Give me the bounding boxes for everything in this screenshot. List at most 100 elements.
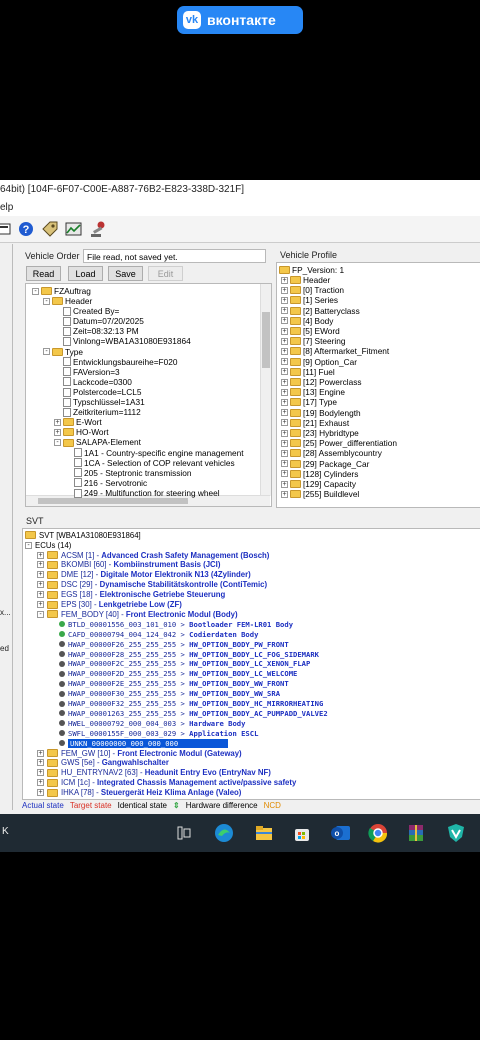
- svt-entry[interactable]: HWEL_00000792_000_004_003 > Hardware Bod…: [59, 718, 245, 728]
- expand-toggle-icon[interactable]: +: [281, 276, 288, 284]
- expand-toggle-icon[interactable]: +: [281, 398, 288, 406]
- expand-toggle-icon[interactable]: +: [37, 769, 44, 777]
- profile-node[interactable]: + [0] Traction: [281, 285, 344, 295]
- expand-toggle-icon[interactable]: +: [281, 388, 288, 396]
- expand-toggle-icon[interactable]: +: [281, 337, 288, 345]
- vehicle-order-vscrollbar[interactable]: [260, 284, 271, 496]
- profile-node[interactable]: + [23] Hybridtype: [281, 428, 359, 438]
- expand-toggle-icon[interactable]: +: [281, 358, 288, 366]
- edit-button[interactable]: Edit: [148, 266, 183, 281]
- svt-root-node[interactable]: SVT [WBA1A31080E931864]: [25, 530, 141, 540]
- task-view-icon[interactable]: [174, 823, 194, 843]
- collapse-toggle-icon[interactable]: -: [43, 348, 50, 356]
- profile-node[interactable]: + [19] Bodylength: [281, 408, 361, 418]
- collapse-toggle-icon[interactable]: -: [25, 541, 32, 549]
- svt-tree[interactable]: SVT [WBA1A31080E931864] - ECUs (14) + ACSM […: [22, 528, 480, 800]
- tree-node[interactable]: Vinlong=WBA1A31080E931864: [54, 336, 191, 347]
- expand-toggle-icon[interactable]: +: [37, 601, 44, 608]
- collapse-toggle-icon[interactable]: -: [32, 287, 39, 295]
- profile-node[interactable]: + [11] Fuel: [281, 367, 335, 377]
- tree-node[interactable]: 205 - Steptronic transmission: [65, 468, 191, 478]
- outlook-icon[interactable]: o: [330, 823, 350, 843]
- tree-node[interactable]: Polstercode=LCL5: [54, 387, 142, 397]
- tree-node[interactable]: Entwicklungsbaureihe=F020: [54, 357, 177, 367]
- expand-toggle-icon[interactable]: +: [54, 428, 61, 436]
- tree-node[interactable]: - FZAuftrag: [32, 286, 91, 296]
- open-file-icon[interactable]: [0, 219, 14, 239]
- svt-entry[interactable]: CAFD_00000794_004_124_042 > Codierdaten …: [59, 629, 258, 639]
- tree-node[interactable]: - Type: [43, 347, 83, 357]
- tree-node[interactable]: FAVersion=3: [54, 367, 120, 377]
- ecu-node[interactable]: + HU_ENTRYNAV2 [63] - Headunit Entry Evo …: [37, 768, 271, 778]
- ecu-node[interactable]: + ICM [1c] - Integrated Chassis Managemen…: [37, 778, 296, 788]
- ecu-node[interactable]: + DME [12] - Digitale Motor Elektronik N1…: [37, 570, 251, 580]
- profile-node[interactable]: + [9] Option_Car: [281, 357, 357, 367]
- svt-entry[interactable]: HWAP_00000F2C_255_255_255 > HW_OPTION_BO…: [59, 659, 310, 669]
- tree-node[interactable]: Typschlüssel=1A31: [54, 397, 145, 407]
- expand-toggle-icon[interactable]: +: [281, 460, 288, 468]
- profile-node[interactable]: + [255] Buildlevel: [281, 489, 359, 499]
- svt-entry[interactable]: HWAP_00000F26_255_255_255 > HW_OPTION_BO…: [59, 639, 289, 649]
- collapse-toggle-icon[interactable]: -: [54, 439, 61, 446]
- expand-toggle-icon[interactable]: +: [37, 581, 44, 589]
- tree-node[interactable]: - Header: [43, 296, 92, 306]
- expand-toggle-icon[interactable]: +: [281, 347, 288, 355]
- tree-node[interactable]: Datum=07/20/2025: [54, 316, 144, 326]
- expand-toggle-icon[interactable]: +: [37, 591, 44, 599]
- ecu-node[interactable]: - FEM_BODY [40] - Front Electronic Modul …: [37, 609, 238, 619]
- svt-entry[interactable]: HWAP_00000F28_255_255_255 > HW_OPTION_BO…: [59, 649, 319, 659]
- profile-node[interactable]: + [128] Cylinders: [281, 469, 358, 479]
- read-button[interactable]: Read: [26, 266, 61, 281]
- profile-node[interactable]: + [5] EWord: [281, 326, 340, 336]
- vscroll-thumb[interactable]: [262, 312, 270, 368]
- tree-node[interactable]: Zeitkriterium=1112: [54, 407, 141, 417]
- expand-toggle-icon[interactable]: +: [281, 378, 288, 386]
- profile-node[interactable]: + [21] Exhaust: [281, 418, 349, 428]
- expand-toggle-icon[interactable]: +: [37, 749, 44, 757]
- ecu-node[interactable]: + BKOMBI [60] - Kombiinstrument Basis (JC…: [37, 560, 220, 570]
- expand-toggle-icon[interactable]: +: [37, 779, 44, 787]
- ecu-node[interactable]: + IHKA [78] - Steuergerät Heiz Klima Anla…: [37, 788, 241, 798]
- expand-toggle-icon[interactable]: +: [281, 307, 288, 315]
- tree-node[interactable]: 1A1 - Country-specific engine management: [65, 448, 244, 458]
- tree-node[interactable]: - SALAPA-Element: [54, 437, 141, 448]
- svt-entry[interactable]: SWFL_0000155F_000_003_029 > Application …: [59, 728, 258, 738]
- svt-entry[interactable]: HWAP_00000F2D_255_255_255 > HW_OPTION_BO…: [59, 669, 297, 679]
- menu-help[interactable]: elp: [0, 202, 13, 213]
- chrome-icon[interactable]: [368, 823, 388, 843]
- profile-node[interactable]: + [29] Package_Car: [281, 459, 369, 469]
- collapse-toggle-icon[interactable]: -: [37, 610, 44, 618]
- save-button[interactable]: Save: [108, 266, 143, 281]
- menu-bar[interactable]: elp: [0, 200, 480, 216]
- vehicle-profile-tree[interactable]: FP_Version: 1 + Header + [0] Traction + [1] Se…: [276, 262, 480, 508]
- profile-node[interactable]: + [8] Aftermarket_Fitment: [281, 346, 389, 356]
- tree-node[interactable]: Zeit=08:32:13 PM: [54, 326, 139, 336]
- ecu-node[interactable]: + ACSM [1] - Advanced Crash Safety Manage…: [37, 550, 269, 560]
- svt-entry[interactable]: HWAP_00000F2E_255_255_255 > HW_OPTION_BO…: [59, 679, 289, 689]
- ecus-node[interactable]: - ECUs (14): [25, 540, 71, 550]
- profile-node[interactable]: + [129] Capacity: [281, 479, 356, 489]
- vehicle-order-tree[interactable]: - FZAuftrag - Header Created By= Datum=07/20/…: [25, 283, 272, 507]
- expand-toggle-icon[interactable]: +: [281, 449, 288, 457]
- tag-icon[interactable]: [40, 219, 60, 239]
- vpn-shield-icon[interactable]: [446, 823, 466, 843]
- stamp-icon[interactable]: [88, 219, 108, 239]
- load-button[interactable]: Load: [68, 266, 103, 281]
- image-chart-icon[interactable]: [64, 219, 84, 239]
- ecu-node[interactable]: + EGS [18] - Elektronische Getriebe Steue…: [37, 590, 225, 600]
- tree-node[interactable]: 249 - Multifunction for steering wheel: [65, 488, 220, 498]
- file-explorer-icon[interactable]: [254, 823, 274, 843]
- expand-toggle-icon[interactable]: +: [281, 296, 288, 304]
- tree-node[interactable]: 1CA - Selection of COP relevant vehicles: [65, 458, 235, 468]
- expand-toggle-icon[interactable]: +: [281, 368, 288, 376]
- ecu-node[interactable]: + FEM_GW [10] - Front Electronic Modul (G…: [37, 748, 242, 758]
- profile-node[interactable]: + [17] Type: [281, 397, 337, 407]
- winrar-icon[interactable]: [406, 823, 426, 843]
- profile-node[interactable]: + [4] Body: [281, 316, 333, 326]
- expand-toggle-icon[interactable]: +: [54, 418, 61, 426]
- expand-toggle-icon[interactable]: +: [281, 429, 288, 437]
- tree-node[interactable]: Created By=: [54, 306, 119, 316]
- profile-node[interactable]: + Header: [281, 275, 330, 285]
- tree-node[interactable]: 216 - Servotronic: [65, 478, 147, 488]
- expand-toggle-icon[interactable]: +: [281, 470, 288, 478]
